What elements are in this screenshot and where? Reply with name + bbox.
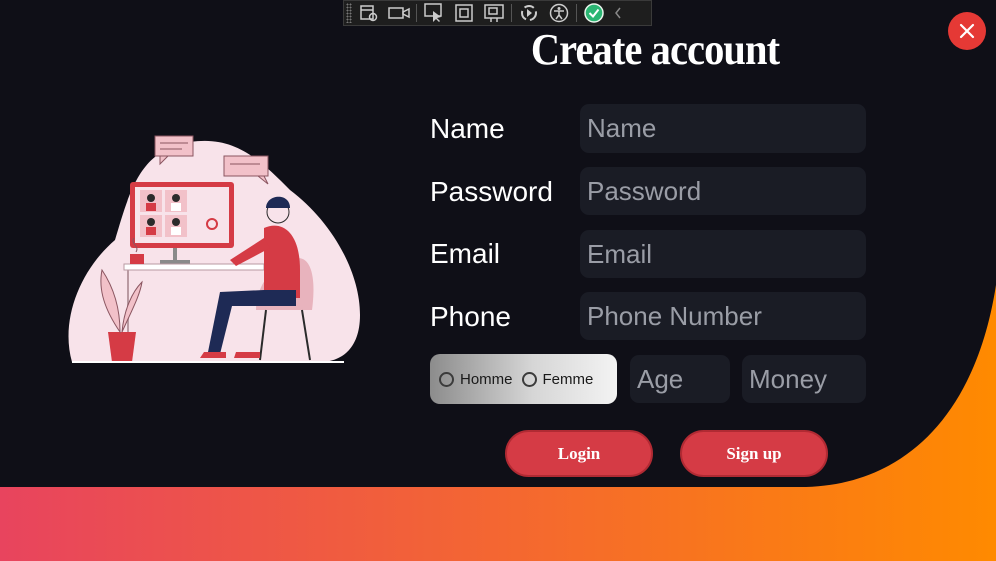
debug-toolbar bbox=[343, 0, 652, 26]
toolbar-separator bbox=[576, 4, 577, 22]
close-icon bbox=[959, 23, 975, 39]
login-button[interactable]: Login bbox=[505, 430, 653, 477]
hot-reload-icon[interactable] bbox=[516, 2, 542, 24]
phone-input[interactable] bbox=[580, 292, 866, 340]
select-element-icon[interactable] bbox=[421, 2, 447, 24]
password-label: Password bbox=[430, 176, 553, 207]
email-label: Email bbox=[430, 238, 501, 269]
toolbar-grip[interactable] bbox=[346, 3, 352, 23]
password-input[interactable] bbox=[580, 167, 866, 215]
close-button[interactable] bbox=[948, 12, 986, 50]
live-visual-tree-icon[interactable] bbox=[356, 2, 382, 24]
gender-selector: Homme Femme bbox=[430, 354, 617, 404]
collapse-icon[interactable] bbox=[611, 2, 625, 24]
display-layout-adorners-icon[interactable] bbox=[451, 2, 477, 24]
email-input[interactable] bbox=[580, 230, 866, 278]
page-title: Create account bbox=[530, 25, 780, 74]
radio-femme-label[interactable]: Femme bbox=[543, 371, 594, 388]
binding-check-icon[interactable] bbox=[581, 2, 607, 24]
signup-button[interactable]: Sign up bbox=[680, 430, 828, 477]
accessibility-icon[interactable] bbox=[546, 2, 572, 24]
name-input[interactable] bbox=[580, 104, 866, 153]
money-input[interactable] bbox=[742, 355, 866, 403]
record-icon[interactable] bbox=[386, 2, 412, 24]
radio-homme-label[interactable]: Homme bbox=[460, 371, 513, 388]
age-input[interactable] bbox=[630, 355, 730, 403]
radio-femme[interactable] bbox=[521, 371, 537, 387]
phone-label: Phone bbox=[430, 301, 511, 332]
track-focus-icon[interactable] bbox=[481, 2, 507, 24]
toolbar-separator bbox=[416, 4, 417, 22]
toolbar-separator bbox=[511, 4, 512, 22]
radio-homme[interactable] bbox=[439, 371, 454, 387]
video-call-illustration bbox=[68, 135, 360, 363]
name-label: Name bbox=[430, 113, 505, 144]
